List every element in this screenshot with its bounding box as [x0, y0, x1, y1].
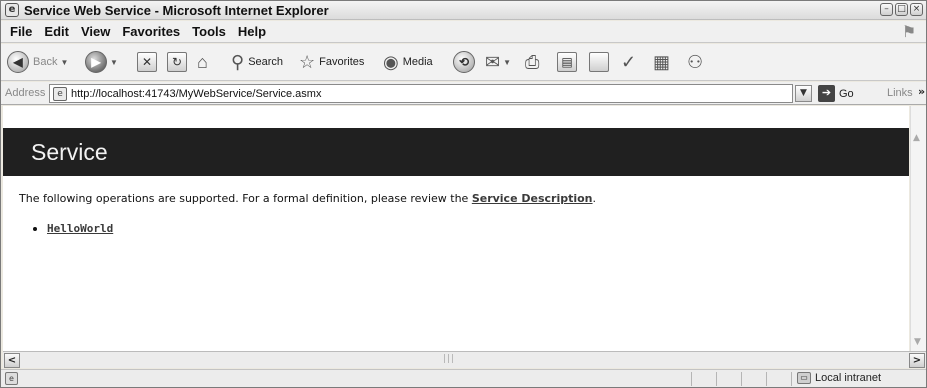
menu-bar: File Edit View Favorites Tools Help ⚑: [1, 21, 926, 43]
scroll-right-button[interactable]: >: [909, 353, 925, 368]
back-button[interactable]: ◀ Back ▼: [7, 50, 68, 74]
status-page-icon: e: [5, 372, 18, 385]
favorites-button[interactable]: ☆ Favorites: [299, 50, 364, 74]
research-icon: ▦: [653, 52, 671, 72]
description-text: The following operations are supported. …: [19, 192, 472, 205]
address-url[interactable]: http://localhost:41743/MyWebService/Serv…: [71, 88, 321, 100]
search-icon: ⚲: [231, 52, 245, 72]
menu-view[interactable]: View: [81, 24, 110, 39]
scroll-left-button[interactable]: <: [4, 353, 20, 368]
refresh-icon: ↻: [167, 52, 187, 72]
media-icon: ◉: [383, 52, 399, 72]
refresh-button[interactable]: ↻: [167, 50, 187, 74]
service-description-link[interactable]: Service Description: [472, 192, 593, 205]
description-suffix: .: [592, 192, 597, 205]
window-title: Service Web Service - Microsoft Internet…: [24, 2, 329, 18]
back-dropdown-icon[interactable]: ▼: [60, 58, 68, 67]
go-button[interactable]: ➔ Go: [818, 84, 854, 103]
stop-icon: ✕: [137, 52, 157, 72]
scroll-up-icon[interactable]: ▲: [913, 133, 920, 143]
title-bar[interactable]: e Service Web Service - Microsoft Intern…: [1, 1, 926, 20]
go-label: Go: [839, 87, 854, 100]
back-label: Back: [33, 56, 58, 68]
history-button[interactable]: ⟲: [453, 50, 475, 74]
status-divider: [791, 372, 792, 386]
links-button[interactable]: Links: [887, 87, 913, 99]
back-arrow-icon: ◀: [7, 51, 29, 73]
menu-help[interactable]: Help: [238, 24, 266, 39]
search-button[interactable]: ⚲ Search: [231, 50, 283, 74]
status-divider: [741, 372, 742, 386]
ie-logo-icon: e: [5, 3, 19, 17]
print-icon: ⎙: [525, 52, 540, 72]
media-button[interactable]: ◉ Media: [383, 50, 433, 74]
vertical-scrollbar[interactable]: ▲ ▼: [910, 106, 926, 351]
favorites-label: Favorites: [319, 56, 365, 68]
spellcheck-button[interactable]: ✓: [621, 50, 636, 74]
service-banner: Service: [3, 128, 909, 176]
address-dropdown-icon[interactable]: ▼: [795, 85, 812, 102]
status-divider: [766, 372, 767, 386]
mail-dropdown-icon[interactable]: ▼: [503, 58, 511, 67]
edit-icon: ▤: [557, 52, 577, 72]
toolbar: ◀ Back ▼ ▶ ▼ ✕ ↻ ⌂ ⚲ Search ☆ Favorites …: [1, 44, 926, 81]
window-controls: – □ ×: [880, 3, 923, 16]
page-title: Service: [31, 139, 108, 165]
edit-button[interactable]: ▤: [557, 50, 577, 74]
menu-favorites[interactable]: Favorites: [122, 24, 180, 39]
search-label: Search: [248, 56, 284, 68]
security-zone[interactable]: ▭ Local intranet: [797, 372, 881, 384]
print-button[interactable]: ⎙: [525, 50, 539, 74]
operation-link-helloworld[interactable]: HelloWorld: [47, 222, 113, 235]
messenger-button[interactable]: ⚇: [687, 50, 703, 74]
home-icon: ⌂: [197, 52, 208, 72]
scroll-down-icon[interactable]: ▼: [914, 337, 921, 347]
menu-tools[interactable]: Tools: [192, 24, 226, 39]
list-item: HelloWorld: [33, 222, 113, 235]
windows-flag-icon: ⚑: [901, 22, 917, 41]
go-arrow-icon: ➔: [818, 85, 835, 102]
menu-file[interactable]: File: [10, 24, 32, 39]
scroll-grip-icon[interactable]: |||: [443, 354, 455, 364]
page-content: Service The following operations are sup…: [3, 106, 909, 351]
research-button[interactable]: ▦: [653, 50, 670, 74]
address-input[interactable]: e http://localhost:41743/MyWebService/Se…: [49, 84, 793, 103]
star-icon: ☆: [299, 52, 316, 72]
stop-button[interactable]: ✕: [137, 50, 157, 74]
messenger-icon: ⚇: [687, 52, 704, 72]
discuss-icon: [589, 52, 609, 72]
browser-window: e Service Web Service - Microsoft Intern…: [0, 0, 927, 388]
operations-description: The following operations are supported. …: [19, 192, 596, 205]
page-icon: e: [53, 86, 67, 101]
minimize-button[interactable]: –: [880, 3, 893, 16]
discuss-button[interactable]: [589, 50, 609, 74]
operations-list: HelloWorld: [33, 222, 113, 235]
status-divider: [716, 372, 717, 386]
mail-button[interactable]: ✉ ▼: [485, 50, 511, 74]
bullet-icon: [33, 226, 37, 231]
home-button[interactable]: ⌂: [197, 50, 208, 74]
links-chevron-icon[interactable]: »: [918, 85, 925, 98]
intranet-icon: ▭: [797, 372, 811, 384]
forward-button[interactable]: ▶ ▼: [85, 50, 118, 74]
menu-edit[interactable]: Edit: [44, 24, 69, 39]
address-bar: Address e http://localhost:41743/MyWebSe…: [1, 82, 926, 105]
horizontal-scrollbar[interactable]: < ||| >: [3, 351, 926, 368]
status-bar: e ▭ Local intranet: [1, 369, 926, 387]
maximize-button[interactable]: □: [895, 3, 908, 16]
forward-dropdown-icon[interactable]: ▼: [110, 58, 118, 67]
history-icon: ⟲: [453, 51, 475, 73]
address-label: Address: [5, 87, 46, 99]
forward-arrow-icon: ▶: [85, 51, 107, 73]
mail-icon: ✉: [485, 52, 501, 72]
media-label: Media: [402, 56, 433, 68]
zone-label: Local intranet: [815, 372, 882, 384]
status-divider: [691, 372, 692, 386]
close-button[interactable]: ×: [910, 3, 923, 16]
spellcheck-icon: ✓: [621, 52, 637, 72]
